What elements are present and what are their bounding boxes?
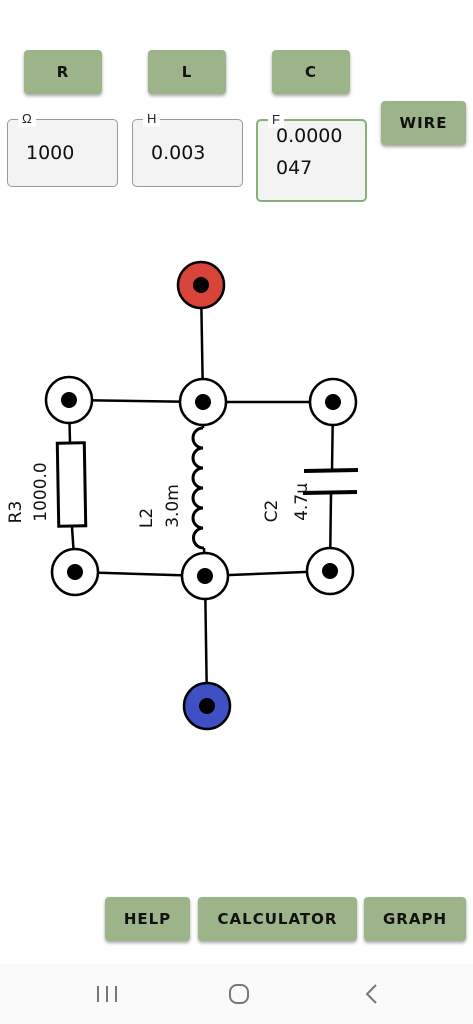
inductor-button[interactable]: L	[148, 50, 226, 94]
resistance-value: 1000	[26, 142, 75, 164]
help-button[interactable]: HELP	[105, 897, 190, 941]
system-navigation-bar	[0, 964, 473, 1024]
node-dot	[193, 277, 209, 293]
node-dot	[61, 392, 77, 408]
help-button-label: HELP	[123, 910, 172, 928]
resistor-button[interactable]: R	[24, 50, 102, 94]
resistance-unit-label: Ω	[18, 111, 36, 127]
node-dot	[67, 564, 83, 580]
inductor-coil[interactable]	[191, 426, 205, 550]
capacitance-unit-label: F	[268, 112, 284, 128]
node-dot	[325, 394, 341, 410]
home-icon[interactable]	[227, 982, 251, 1006]
calculator-button[interactable]: CALCULATOR	[198, 897, 357, 941]
capacitor-button-label: C	[304, 63, 317, 81]
capacitor-plate-top[interactable]	[303, 468, 359, 473]
node-dot	[199, 698, 215, 714]
inductor-button-label: L	[181, 63, 193, 81]
graph-button[interactable]: GRAPH	[364, 897, 466, 941]
wire-button-label: WIRE	[399, 114, 448, 132]
inductor-name: L2	[137, 508, 157, 528]
inductor-value: 3.0m	[163, 484, 183, 528]
capacitance-value-line2: 047	[276, 157, 313, 179]
resistor-name: R3	[6, 501, 26, 524]
resistor-body[interactable]	[55, 441, 88, 528]
capacitor-button[interactable]: C	[272, 50, 350, 94]
inductance-field[interactable]: H 0.003	[132, 111, 243, 187]
capacitor-name: C2	[262, 500, 282, 523]
inductance-value: 0.003	[151, 142, 206, 164]
node-dot	[322, 563, 338, 579]
inductance-unit-label: H	[143, 111, 161, 127]
node-dot	[195, 394, 211, 410]
resistor-button-label: R	[56, 63, 70, 81]
resistance-field[interactable]: Ω 1000	[7, 111, 118, 187]
capacitance-value-line1: 0.0000	[276, 125, 343, 147]
resistor-value: 1000.0	[31, 462, 51, 521]
recents-icon[interactable]	[94, 982, 120, 1006]
graph-button-label: GRAPH	[382, 910, 448, 928]
circuit-canvas[interactable]: R3 1000.0 L2 3.0m C2 4.7μ	[0, 240, 473, 740]
calculator-button-label: CALCULATOR	[217, 910, 338, 928]
node-dot	[197, 568, 213, 584]
capacitance-field[interactable]: 0.0000 047 F	[256, 112, 367, 202]
capacitor-value: 4.7μ	[292, 483, 312, 521]
wire-button[interactable]: WIRE	[381, 101, 466, 145]
back-icon[interactable]	[360, 982, 384, 1006]
